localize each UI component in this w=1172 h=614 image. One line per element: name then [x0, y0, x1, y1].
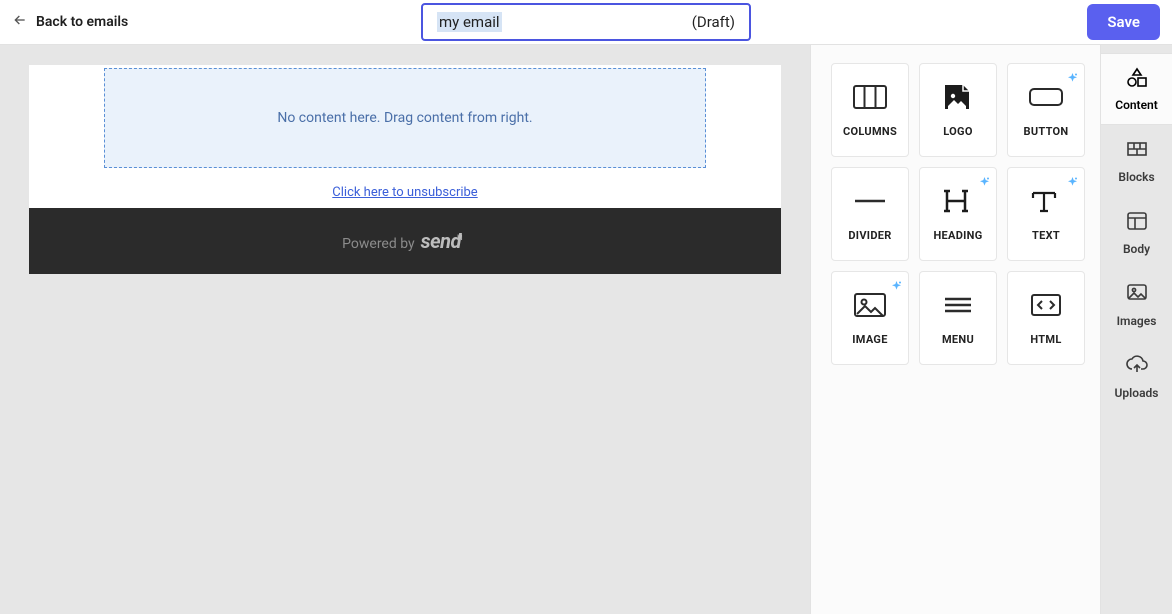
powered-by-footer: Powered by sendıı	[29, 208, 781, 274]
sparkle-icon	[1067, 69, 1078, 80]
block-tile-html[interactable]: HTML	[1007, 271, 1085, 365]
sparkle-icon	[891, 277, 902, 288]
text-icon	[1029, 187, 1063, 219]
content-panel: COLUMNS LOGO BUTTON DIVIDER HEADING TEXT IMAGE…	[810, 45, 1100, 614]
canvas-area: No content here. Drag content from right…	[0, 45, 810, 614]
side-tab-content[interactable]: Content	[1101, 53, 1172, 125]
block-tile-logo[interactable]: LOGO	[919, 63, 997, 157]
side-tab-blocks[interactable]: Blocks	[1101, 125, 1172, 197]
divider-icon	[853, 187, 887, 219]
block-tile-label: COLUMNS	[843, 125, 897, 138]
back-label: Back to emails	[36, 14, 128, 30]
app-header: Back to emails my email (Draft) Save	[0, 0, 1172, 45]
side-tab-label: Uploads	[1115, 386, 1159, 400]
button-icon	[1029, 83, 1063, 115]
side-tab-label: Content	[1115, 98, 1158, 112]
logo-icon	[941, 83, 975, 115]
side-tab-label: Images	[1117, 314, 1157, 328]
dropzone-text: No content here. Drag content from right…	[277, 110, 532, 126]
save-button[interactable]: Save	[1087, 4, 1160, 40]
block-tile-label: HEADING	[933, 229, 982, 242]
block-tile-label: LOGO	[943, 125, 972, 138]
block-tile-columns[interactable]: COLUMNS	[831, 63, 909, 157]
powered-by-text: Powered by	[342, 236, 415, 252]
images-icon	[1125, 282, 1149, 308]
unsubscribe-link[interactable]: Click here to unsubscribe	[332, 185, 477, 200]
side-tab-label: Body	[1123, 242, 1150, 256]
layout-icon	[1125, 210, 1149, 236]
bricks-icon	[1125, 138, 1149, 164]
columns-icon	[853, 83, 887, 115]
block-tile-label: HTML	[1030, 333, 1061, 346]
sparkle-icon	[1067, 173, 1078, 184]
block-tile-label: DIVIDER	[848, 229, 891, 242]
back-to-emails-link[interactable]: Back to emails	[12, 12, 128, 32]
block-tile-label: IMAGE	[852, 333, 887, 346]
side-tab-uploads[interactable]: Uploads	[1101, 341, 1172, 413]
block-tile-heading[interactable]: HEADING	[919, 167, 997, 261]
content-dropzone[interactable]: No content here. Drag content from right…	[104, 68, 706, 168]
block-tile-label: MENU	[942, 333, 974, 346]
email-title-status: (Draft)	[692, 13, 735, 31]
brand-mark-icon: ıı	[457, 232, 464, 243]
block-tile-divider[interactable]: DIVIDER	[831, 167, 909, 261]
heading-icon	[941, 187, 975, 219]
shapes-icon	[1125, 66, 1149, 92]
unsubscribe-row: Click here to unsubscribe	[29, 171, 781, 208]
block-tile-menu[interactable]: MENU	[919, 271, 997, 365]
side-tabs: Content Blocks Body Images Uploads	[1100, 45, 1172, 614]
arrow-left-icon	[12, 12, 28, 32]
email-title-input[interactable]: my email (Draft)	[421, 3, 751, 41]
sparkle-icon	[979, 173, 990, 184]
block-tile-image[interactable]: IMAGE	[831, 271, 909, 365]
html-icon	[1029, 291, 1063, 323]
image-icon	[853, 291, 887, 323]
side-tab-body[interactable]: Body	[1101, 197, 1172, 269]
email-title-value: my email	[437, 12, 502, 32]
side-tab-label: Blocks	[1118, 170, 1154, 184]
block-tile-button[interactable]: BUTTON	[1007, 63, 1085, 157]
block-tile-label: BUTTON	[1024, 125, 1069, 138]
upload-icon	[1125, 354, 1149, 380]
side-tab-images[interactable]: Images	[1101, 269, 1172, 341]
block-tile-text[interactable]: TEXT	[1007, 167, 1085, 261]
menu-icon	[941, 291, 975, 323]
block-tile-label: TEXT	[1032, 229, 1060, 242]
brand-name: send	[421, 229, 461, 253]
email-canvas: No content here. Drag content from right…	[29, 65, 781, 614]
